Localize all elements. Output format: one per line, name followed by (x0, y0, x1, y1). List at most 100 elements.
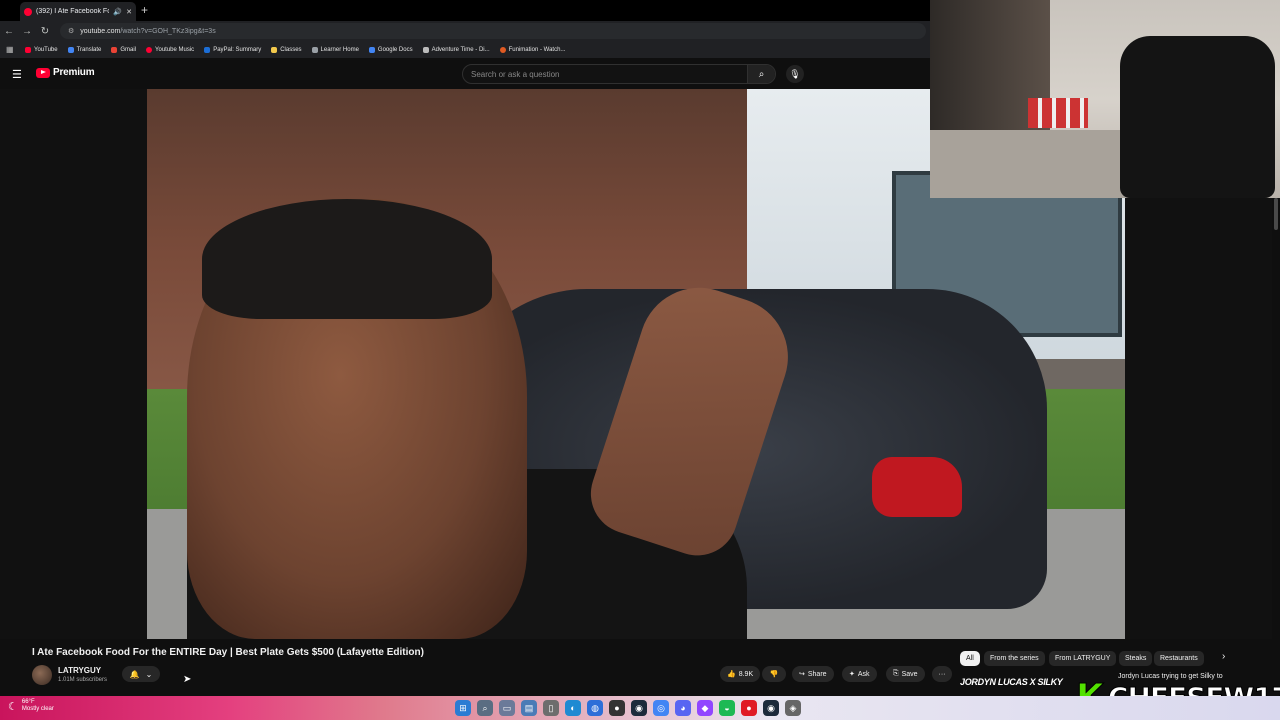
ask-button[interactable]: ✦ Ask (842, 666, 877, 682)
bookmark-translate[interactable]: Translate (63, 41, 107, 58)
browser-tab-youtube[interactable]: (392) I Ate Facebook Food 🔊 ✕ (20, 2, 136, 21)
twitch-icon[interactable]: ◆ (697, 700, 713, 716)
task-view-icon[interactable]: ▭ (499, 700, 515, 716)
webcam-boxes-scene (1028, 98, 1088, 128)
chrome-icon[interactable]: ◎ (653, 700, 669, 716)
store-icon[interactable]: ◍ (587, 700, 603, 716)
dislike-button[interactable]: 👎 (762, 666, 786, 682)
menu-icon[interactable]: ☰ (12, 68, 22, 81)
bookmark-label: YouTube (34, 46, 58, 53)
bookmarks-bar: ▦ YouTube Translate Gmail Youtube Music … (0, 41, 930, 58)
weather-widget[interactable]: ☾ 66°F Mostly clear (8, 699, 54, 713)
youtube-play-icon (36, 67, 50, 78)
youtube-premium-logo[interactable]: Premium (36, 67, 95, 78)
bookmark-icon: ⎘ (893, 670, 899, 677)
video-title: I Ate Facebook Food For the ENTIRE Day |… (32, 647, 424, 658)
ask-label: Ask (857, 670, 870, 678)
chevron-down-icon: ⌄ (145, 669, 153, 679)
weather-temp: 66°F (21, 699, 35, 705)
new-tab-button[interactable]: + (141, 3, 148, 17)
apps-grid-icon[interactable]: ▦ (6, 45, 20, 54)
chip-all[interactable]: All (960, 651, 980, 666)
stream-banner-text: JORDYN LUCAS X SILKY (960, 677, 1063, 687)
subscriber-count: 1.01M subscribers (58, 677, 108, 683)
bookmark-adventure-time[interactable]: Adventure Time - Di... (418, 41, 495, 58)
chip-from-the-series[interactable]: From the series (984, 651, 1045, 666)
scrollbar-thumb[interactable] (1274, 198, 1278, 230)
webcam-chair-scene (1120, 36, 1275, 198)
obs-record-icon[interactable]: ● (741, 700, 757, 716)
youtube-icon (25, 46, 31, 53)
more-icon: ··· (938, 670, 946, 678)
bookmark-funimation[interactable]: Funimation - Watch... (495, 41, 571, 58)
channel-name[interactable]: LATRYGUY (58, 666, 101, 675)
bookmark-label: Funimation - Watch... (508, 46, 566, 53)
windows-start-icon[interactable]: ⊞ (455, 700, 471, 716)
bookmark-learner-home[interactable]: Learner Home (307, 41, 364, 58)
bookmark-label: PayPal: Summary (213, 46, 262, 53)
chip-from-latryguy[interactable]: From LATRYGUY (1049, 651, 1117, 666)
youtube-header: ☰ Premium Search or ask a question ⌕ 🎙 (0, 58, 930, 89)
chip-restaurants[interactable]: Restaurants (1154, 651, 1204, 666)
bookmark-youtube[interactable]: YouTube (20, 41, 63, 58)
bookmark-label: Youtube Music (155, 46, 195, 53)
speaker-icon[interactable]: 🔊 (113, 8, 122, 16)
browser-tab-bar: (392) I Ate Facebook Food 🔊 ✕ + (0, 0, 930, 21)
search-icon[interactable]: ⌕ (477, 700, 493, 716)
windows-taskbar: ☾ 66°F Mostly clear ⊞ ⌕ ▭ ▤ ▯ ◐ ◍ ● ◉ ◎ ◕… (0, 696, 1280, 720)
bookmark-gmail[interactable]: Gmail (106, 41, 141, 58)
tab-title: (392) I Ate Facebook Food (36, 8, 110, 15)
like-count: 8.9K (738, 670, 754, 678)
bookmark-label: Google Docs (377, 46, 413, 53)
more-actions-button[interactable]: ··· (932, 666, 952, 682)
subscription-bell-button[interactable]: 🔔 ⌄ (122, 666, 160, 682)
classes-icon (271, 46, 278, 53)
back-icon[interactable]: ← (0, 26, 18, 37)
steam-app-icon[interactable]: ◉ (763, 700, 779, 716)
discord-icon[interactable]: ◕ (675, 700, 691, 716)
person-hair-scene (202, 199, 492, 319)
share-label: Share (807, 670, 827, 678)
bookmark-label: Translate (76, 46, 102, 53)
file-explorer-icon[interactable]: ▯ (543, 700, 559, 716)
thumbs-down-icon: 👎 (769, 671, 779, 678)
chip-steaks[interactable]: Steaks (1119, 651, 1153, 666)
app-icon[interactable]: ● (609, 700, 625, 716)
forward-icon[interactable]: → (18, 26, 36, 37)
url-host: youtube.com (80, 27, 121, 35)
learner-home-icon (311, 46, 318, 53)
bookmark-classes[interactable]: Classes (266, 41, 306, 58)
channel-avatar[interactable] (32, 665, 52, 685)
logo-text: Premium (53, 67, 95, 78)
search-input[interactable]: Search or ask a question (463, 70, 747, 79)
bookmark-label: Classes (280, 46, 302, 53)
adventure-time-icon (422, 46, 429, 53)
like-button[interactable]: 👍 8.9K (720, 666, 761, 682)
google-docs-icon (368, 46, 375, 53)
bookmark-paypal[interactable]: PayPal: Summary (199, 41, 266, 58)
mouse-cursor-icon: ➤ (183, 674, 192, 685)
bookmark-youtube-music[interactable]: Youtube Music (141, 41, 199, 58)
reload-icon[interactable]: ↻ (36, 26, 54, 37)
app-icon[interactable]: ◈ (785, 700, 801, 716)
search-box[interactable]: Search or ask a question ⌕ (462, 64, 776, 84)
save-button[interactable]: ⎘ Save (886, 666, 925, 682)
bookmark-google-docs[interactable]: Google Docs (364, 41, 418, 58)
spotify-icon[interactable]: ◒ (719, 700, 735, 716)
microphone-icon[interactable]: 🎙 (786, 65, 804, 83)
address-bar[interactable]: ⚙ youtube.com/watch?v=GOH_TKz3ipg&t=3s (60, 23, 926, 39)
chevron-right-icon[interactable]: › (1222, 651, 1225, 662)
site-info-icon[interactable]: ⚙ (68, 27, 74, 35)
url-path: /watch?v=GOH_TKz3ipg&t=3s (120, 27, 216, 35)
share-button[interactable]: ↪ Share (792, 666, 834, 682)
taillight-scene (872, 457, 962, 517)
browser-toolbar: ← → ↻ ⚙ youtube.com/watch?v=GOH_TKz3ipg&… (0, 21, 930, 41)
page-scrollbar[interactable] (1272, 198, 1280, 688)
steam-icon[interactable]: ◉ (631, 700, 647, 716)
search-icon[interactable]: ⌕ (747, 65, 775, 83)
bookmark-label: Learner Home (320, 46, 359, 53)
close-tab-icon[interactable]: ✕ (126, 8, 132, 16)
widgets-icon[interactable]: ▤ (521, 700, 537, 716)
edge-icon[interactable]: ◐ (565, 700, 581, 716)
weather-moon-icon: ☾ (8, 700, 18, 713)
